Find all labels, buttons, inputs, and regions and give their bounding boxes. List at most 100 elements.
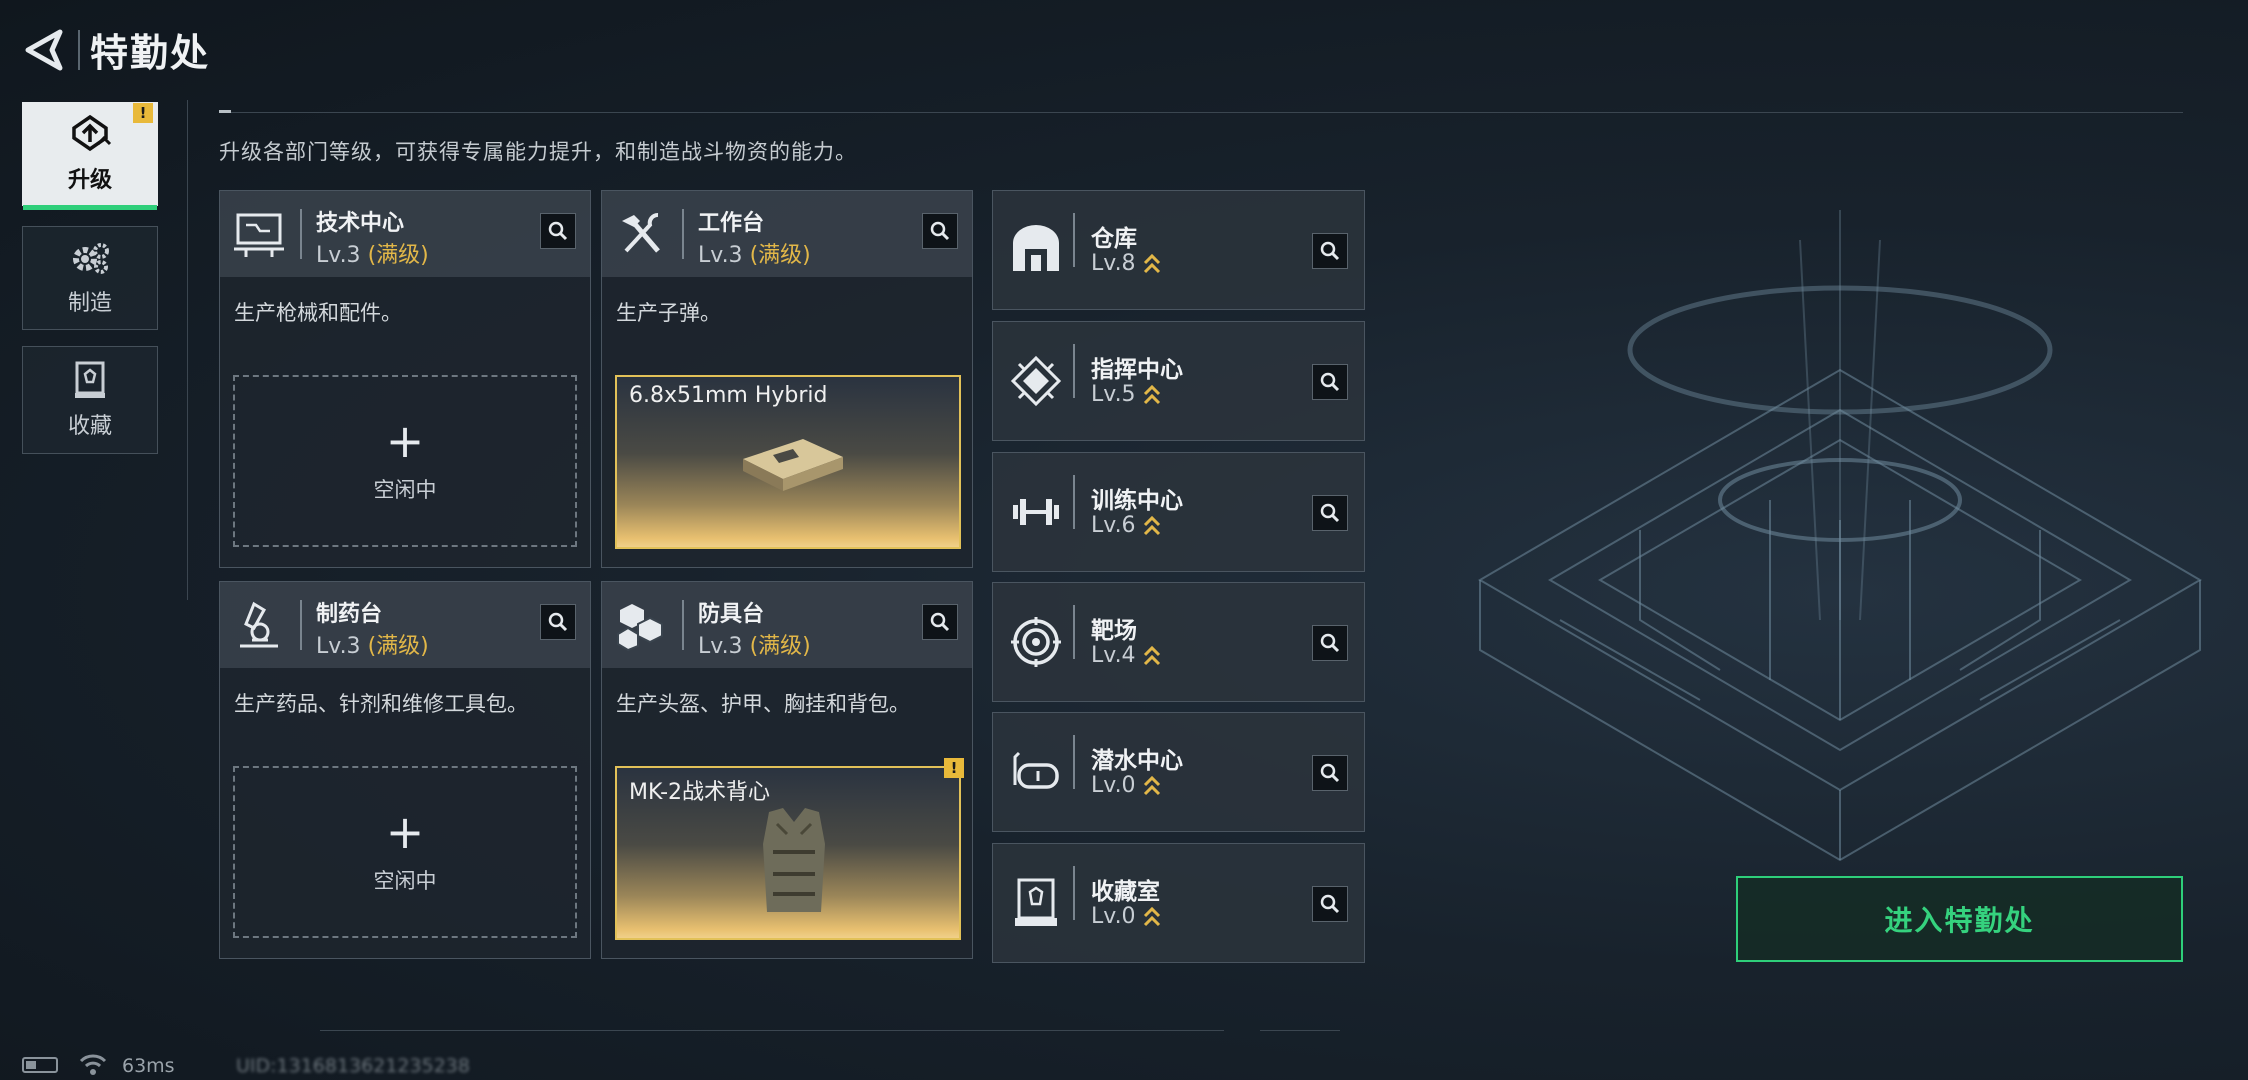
- level-text: Lv.5: [1091, 382, 1136, 407]
- card-description: 生产头盔、护甲、胸挂和背包。: [616, 692, 910, 716]
- card-description: 生产枪械和配件。: [234, 301, 402, 325]
- facility-command-center[interactable]: 指挥中心 Lv.5: [992, 321, 1365, 441]
- level-text: Lv.0: [1091, 904, 1136, 929]
- facility-separator: [1073, 866, 1075, 920]
- facility-collection-room[interactable]: 收藏室 Lv.0: [992, 843, 1365, 963]
- level-text: Lv.4: [1091, 643, 1136, 668]
- wifi-icon: [79, 1054, 107, 1075]
- search-button[interactable]: [540, 213, 576, 249]
- card-level: Lv.3 (满级): [698, 237, 811, 269]
- facility-name: 训练中心: [1091, 488, 1183, 514]
- facility-separator: [1073, 475, 1075, 529]
- card-tech-center[interactable]: 技术中心 Lv.3 (满级) 生产枪械和配件。 + 空闲中: [219, 190, 591, 568]
- top-divider: [219, 112, 2183, 113]
- facility-name: 靶场: [1091, 618, 1137, 644]
- nav-upgrade[interactable]: 升级 !: [22, 102, 158, 210]
- max-level-tag: (满级): [367, 634, 429, 659]
- level-text: Lv.3: [698, 634, 743, 659]
- max-level-tag: (满级): [749, 634, 811, 659]
- diving-mask-icon: [1013, 751, 1059, 789]
- search-button[interactable]: [540, 604, 576, 640]
- search-icon: [548, 612, 568, 632]
- back-arrow-icon[interactable]: [22, 28, 66, 72]
- card-armor-bench[interactable]: 防具台 Lv.3 (满级) 生产头盔、护甲、胸挂和背包。 MK-2战术背心 !: [601, 581, 973, 959]
- upgrade-available-icon: [1143, 384, 1160, 405]
- facility-name: 潜水中心: [1091, 748, 1183, 774]
- upgrade-icon: [72, 114, 112, 152]
- facility-level: Lv.5: [1091, 382, 1162, 407]
- facility-training-center[interactable]: 训练中心 Lv.6: [992, 452, 1365, 572]
- nav-collection-label: 收藏: [67, 414, 112, 439]
- plus-icon: +: [385, 414, 425, 468]
- card-icon-separator: [300, 209, 302, 259]
- page-title: 特勤处: [90, 31, 211, 75]
- level-text: Lv.0: [1091, 773, 1136, 798]
- facility-name: 仓库: [1091, 226, 1137, 252]
- enter-special-ops-button[interactable]: 进入特勤处: [1736, 876, 2183, 962]
- command-chip-icon: [1010, 355, 1062, 407]
- nav-craft[interactable]: 制造: [22, 226, 158, 330]
- card-pharmacy[interactable]: 制药台 Lv.3 (满级) 生产药品、针剂和维修工具包。 + 空闲中: [219, 581, 591, 959]
- level-text: Lv.3: [316, 634, 361, 659]
- production-slot[interactable]: MK-2战术背心: [615, 766, 961, 940]
- left-vertical-line: [187, 100, 188, 600]
- top-divider-accent: [219, 110, 231, 113]
- showcase-icon: [1015, 878, 1057, 926]
- bottom-divider-right: [1260, 1030, 1340, 1031]
- product-name: MK-2战术背心: [629, 780, 771, 805]
- card-workbench[interactable]: 工作台 Lv.3 (满级) 生产子弹。 6.8x51mm Hybrid: [601, 190, 973, 568]
- upgrade-available-icon: [1143, 775, 1160, 796]
- facility-diving-center[interactable]: 潜水中心 Lv.0: [992, 712, 1365, 832]
- ping-readout: 63ms: [122, 1055, 175, 1077]
- search-icon: [1320, 241, 1340, 261]
- search-button[interactable]: [1312, 755, 1348, 791]
- dumbbell-icon: [1013, 499, 1059, 525]
- armor-blocks-icon: [617, 604, 663, 652]
- upgrade-available-icon: [1143, 515, 1160, 536]
- nav-collection[interactable]: 收藏: [22, 346, 158, 454]
- ammo-box-image: [743, 439, 843, 491]
- search-button[interactable]: [1312, 364, 1348, 400]
- idle-slot[interactable]: + 空闲中: [233, 375, 577, 547]
- search-button[interactable]: [1312, 625, 1348, 661]
- upgrade-available-icon: [1143, 645, 1160, 666]
- upgrade-available-icon: [1143, 253, 1160, 274]
- search-button[interactable]: [922, 604, 958, 640]
- search-icon: [1320, 894, 1340, 914]
- upgrade-available-icon: [1143, 906, 1160, 927]
- card-level: Lv.3 (满级): [698, 628, 811, 660]
- workstation-icon: [234, 213, 284, 257]
- search-icon: [1320, 372, 1340, 392]
- max-level-tag: (满级): [749, 243, 811, 268]
- facility-separator: [1073, 213, 1075, 267]
- search-button[interactable]: [1312, 233, 1348, 269]
- level-text: Lv.3: [698, 243, 743, 268]
- idle-slot[interactable]: + 空闲中: [233, 766, 577, 938]
- warehouse-icon: [1013, 225, 1059, 271]
- card-name: 防具台: [698, 602, 765, 627]
- facility-shooting-range[interactable]: 靶场 Lv.4: [992, 582, 1365, 702]
- facility-separator: [1073, 735, 1075, 789]
- facility-level: Lv.0: [1091, 773, 1162, 798]
- nav-upgrade-label: 升级: [67, 168, 112, 193]
- tools-icon: [622, 213, 660, 253]
- user-id: UID:1316813621235238: [236, 1055, 470, 1077]
- production-slot[interactable]: 6.8x51mm Hybrid: [615, 375, 961, 549]
- base-wireframe-illustration: [1478, 210, 2202, 862]
- search-button[interactable]: [922, 213, 958, 249]
- search-button[interactable]: [1312, 886, 1348, 922]
- card-icon-separator: [300, 600, 302, 650]
- search-button[interactable]: [1312, 495, 1348, 531]
- search-icon: [548, 221, 568, 241]
- level-text: Lv.6: [1091, 513, 1136, 538]
- max-level-tag: (满级): [367, 243, 429, 268]
- card-level: Lv.3 (满级): [316, 237, 429, 269]
- idle-status: 空闲中: [373, 869, 437, 893]
- header-separator: [78, 30, 80, 70]
- card-description: 生产药品、针剂和维修工具包。: [234, 692, 528, 716]
- facility-warehouse[interactable]: 仓库 Lv.8: [992, 190, 1365, 310]
- level-text: Lv.8: [1091, 251, 1136, 276]
- target-icon: [1011, 617, 1061, 667]
- search-icon: [930, 612, 950, 632]
- search-icon: [1320, 763, 1340, 783]
